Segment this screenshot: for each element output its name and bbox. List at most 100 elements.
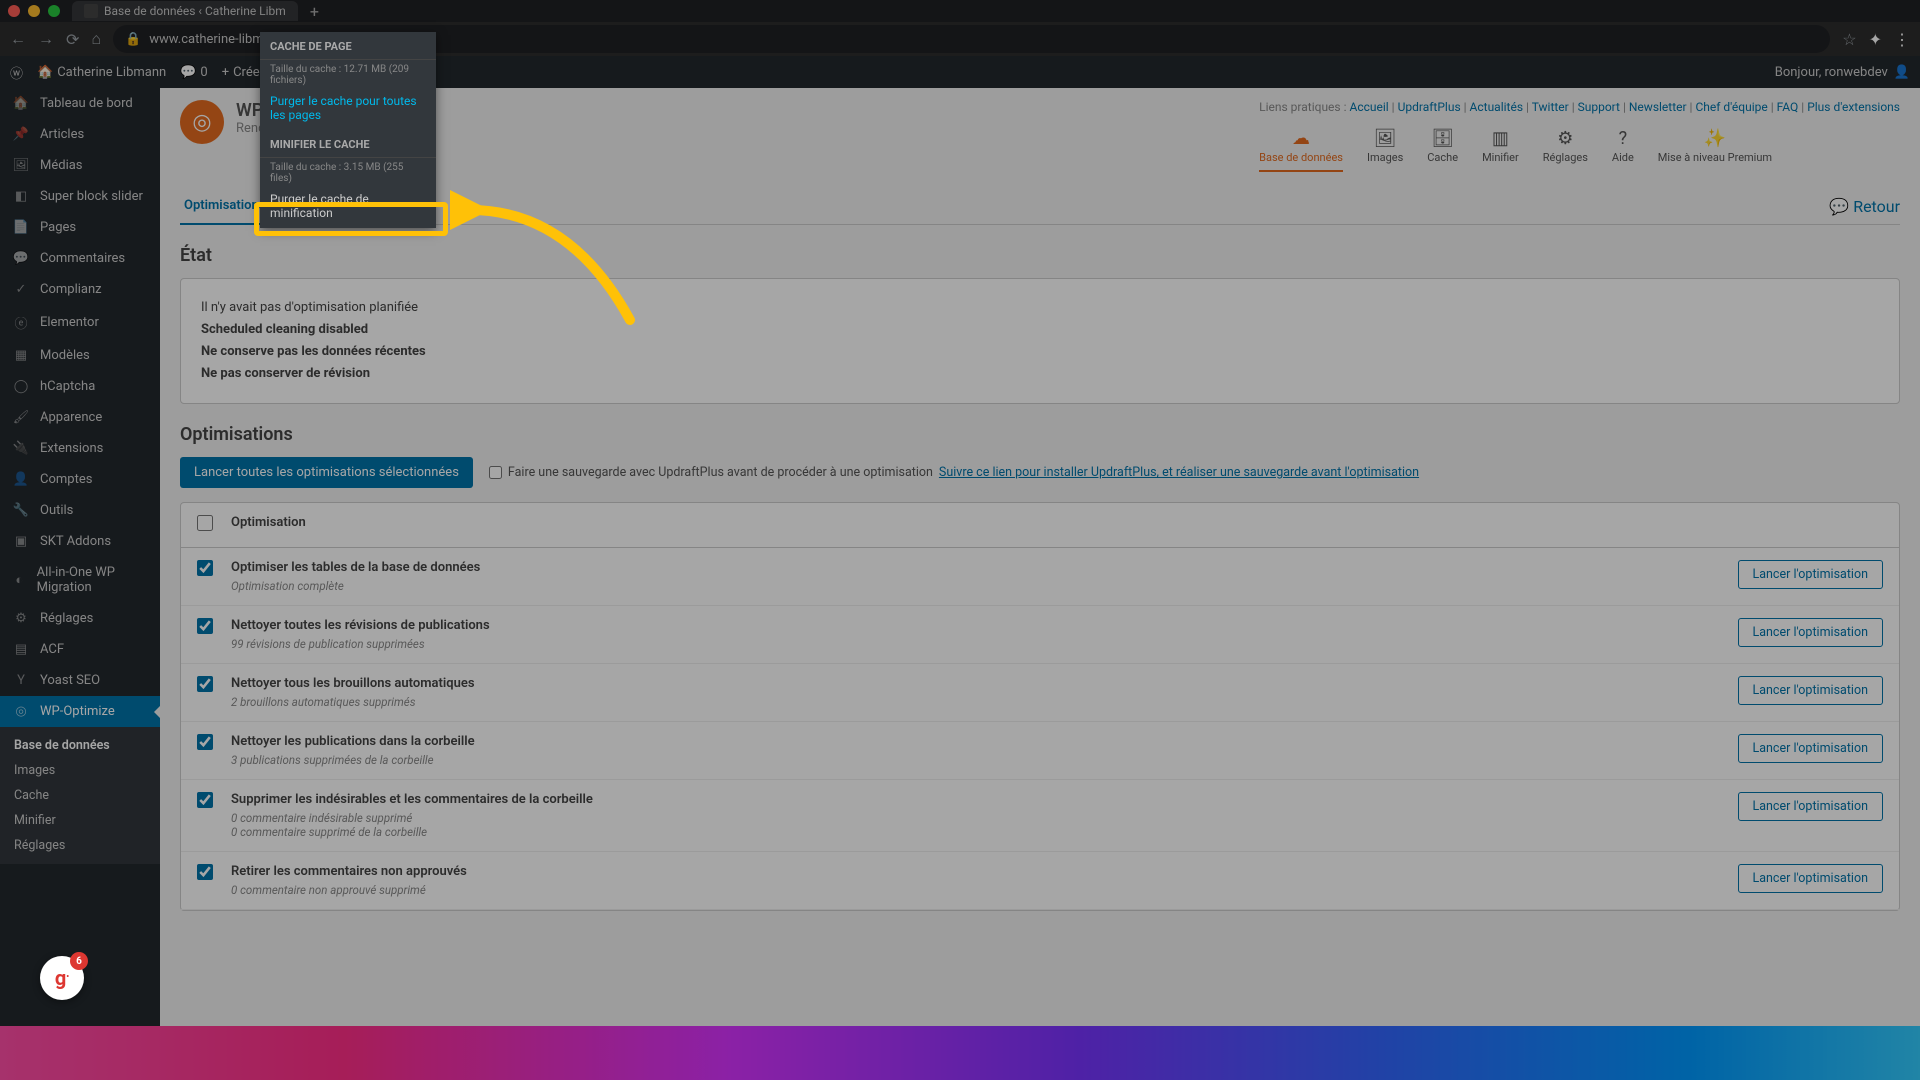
retour-link[interactable]: 💬 Retour: [1829, 188, 1900, 224]
sidebar-icon: ▦: [12, 348, 30, 363]
sidebar-item-wp-optimize[interactable]: ◎WP-Optimize: [0, 696, 160, 727]
wpo-link-faq[interactable]: FAQ: [1777, 100, 1799, 114]
sidebar-item-outils[interactable]: 🔧Outils: [0, 495, 160, 526]
row-checkbox[interactable]: [197, 676, 213, 692]
forward-icon[interactable]: →: [38, 29, 54, 49]
sidebar-item-pages[interactable]: 📄Pages: [0, 212, 160, 243]
reload-icon[interactable]: ⟳: [66, 30, 79, 49]
row-checkbox[interactable]: [197, 792, 213, 808]
wpo-link-updraftplus[interactable]: UpdraftPlus: [1398, 100, 1461, 114]
greeting[interactable]: Bonjour, ronwebdev: [1775, 65, 1888, 80]
opt-subtitle: Optimisation complète: [231, 579, 1707, 593]
wpo-tab-images[interactable]: 🖼Images: [1367, 128, 1403, 172]
browser-tab[interactable]: Base de données ‹ Catherine Libm: [72, 1, 298, 21]
sidebar-item-yoast-seo[interactable]: YYoast SEO: [0, 665, 160, 696]
sidebar-item-acf[interactable]: ▤ACF: [0, 634, 160, 665]
sidebar-item-modèles[interactable]: ▦Modèles: [0, 340, 160, 371]
sidebar-label: SKT Addons: [40, 534, 111, 549]
new-tab-button[interactable]: +: [310, 2, 319, 21]
wpo-tab-mise-à-niveau-premium[interactable]: ✨Mise à niveau Premium: [1658, 128, 1772, 172]
sidebar-item-hcaptcha[interactable]: ◯hCaptcha: [0, 371, 160, 402]
select-all-checkbox[interactable]: [197, 515, 213, 531]
opt-subtitle: 0 commentaire non approuvé supprimé: [231, 883, 1707, 897]
sidebar-icon: ◎: [12, 704, 30, 719]
sidebar-label: Apparence: [40, 410, 102, 425]
sidebar-sub-base-de-données[interactable]: Base de données: [0, 733, 160, 758]
run-optimisation-button[interactable]: Lancer l'optimisation: [1738, 734, 1884, 763]
sidebar-item-skt-addons[interactable]: ▣SKT Addons: [0, 526, 160, 557]
sidebar-item-elementor[interactable]: ⓔElementor: [0, 305, 160, 340]
table-row: Nettoyer les publications dans la corbei…: [181, 722, 1899, 780]
wpo-link-accueil[interactable]: Accueil: [1349, 100, 1388, 114]
wpo-tab-réglages[interactable]: ⚙Réglages: [1543, 128, 1588, 172]
opt-subtitle: 2 brouillons automatiques supprimés: [231, 695, 1707, 709]
sidebar-item-tableau-de-bord[interactable]: 🏠Tableau de bord: [0, 88, 160, 119]
grammarly-badge[interactable]: g•: [40, 956, 84, 1000]
sidebar-icon: ◯: [12, 379, 30, 394]
wpo-tab-minifier[interactable]: ▥Minifier: [1482, 128, 1519, 172]
wpo-tab-aide[interactable]: ?Aide: [1612, 128, 1634, 172]
traffic-lights: [8, 5, 60, 17]
bookmark-icon[interactable]: ☆: [1842, 30, 1856, 49]
wp-logo-icon[interactable]: ⓦ: [10, 63, 23, 82]
favicon-icon: [84, 4, 98, 18]
run-optimisation-button[interactable]: Lancer l'optimisation: [1738, 792, 1884, 821]
sidebar-sub-réglages[interactable]: Réglages: [0, 833, 160, 858]
tab-icon: ?: [1612, 128, 1634, 149]
sidebar-item-extensions[interactable]: 🔌Extensions: [0, 433, 160, 464]
sub-tab-optimisations[interactable]: Optimisations: [180, 188, 269, 225]
run-optimisation-button[interactable]: Lancer l'optimisation: [1738, 676, 1884, 705]
minimize-window-icon[interactable]: [28, 5, 40, 17]
sidebar-icon: ⓔ: [12, 313, 30, 332]
sidebar-item-articles[interactable]: 📌Articles: [0, 119, 160, 150]
backup-link[interactable]: Suivre ce lien pour installer UpdraftPlu…: [939, 465, 1419, 480]
sidebar-item-commentaires[interactable]: 💬Commentaires: [0, 243, 160, 274]
sidebar-item-complianz[interactable]: ✓Complianz: [0, 274, 160, 305]
home-icon[interactable]: ⌂: [91, 29, 101, 49]
row-checkbox[interactable]: [197, 618, 213, 634]
wpo-link-newsletter[interactable]: Newsletter: [1629, 100, 1687, 114]
wpo-link-chef d'équipe[interactable]: Chef d'équipe: [1695, 100, 1767, 114]
backup-checkbox[interactable]: [489, 466, 502, 479]
wpo-link-actualités[interactable]: Actualités: [1470, 100, 1524, 114]
sidebar-item-comptes[interactable]: 👤Comptes: [0, 464, 160, 495]
sidebar-sub-cache[interactable]: Cache: [0, 783, 160, 808]
new-content-link[interactable]: + Créer: [222, 65, 264, 80]
sidebar-item-médias[interactable]: 🖼Médias: [0, 150, 160, 181]
run-optimisation-button[interactable]: Lancer l'optimisation: [1738, 864, 1884, 893]
wpo-tab-base-de-données[interactable]: ☁Base de données: [1259, 128, 1343, 172]
main-content: ◎ WP-Optimize 3.3 Rendez votre s Liens p…: [160, 88, 1920, 1080]
purge-minify-item[interactable]: Purger le cache de minification: [260, 186, 436, 228]
maximize-window-icon[interactable]: [48, 5, 60, 17]
run-optimisation-button[interactable]: Lancer l'optimisation: [1738, 618, 1884, 647]
sidebar-sub-images[interactable]: Images: [0, 758, 160, 783]
row-checkbox[interactable]: [197, 560, 213, 576]
menu-icon[interactable]: ⋮: [1894, 30, 1910, 49]
site-link[interactable]: 🏠 Catherine Libmann: [37, 65, 166, 80]
sidebar-item-super-block-slider[interactable]: ◧Super block slider: [0, 181, 160, 212]
sidebar-icon: ◧: [12, 189, 30, 204]
wpo-link-support[interactable]: Support: [1578, 100, 1620, 114]
close-window-icon[interactable]: [8, 5, 20, 17]
table-row: Optimiser les tables de la base de donné…: [181, 548, 1899, 606]
row-checkbox[interactable]: [197, 734, 213, 750]
wp-sidebar: 🏠Tableau de bord📌Articles🖼Médias◧Super b…: [0, 88, 160, 1080]
comments-link[interactable]: 💬 0: [180, 65, 208, 80]
sidebar-icon: 🖼: [12, 158, 30, 173]
wpo-tab-cache[interactable]: 🗄Cache: [1427, 128, 1458, 172]
purge-all-pages-item[interactable]: Purger le cache pour toutes les pages: [260, 88, 436, 130]
sidebar-sub-minifier[interactable]: Minifier: [0, 808, 160, 833]
extensions-icon[interactable]: ✦: [1869, 30, 1882, 49]
optimisations-table: Optimisation Optimiser les tables de la …: [180, 502, 1900, 911]
run-optimisation-button[interactable]: Lancer l'optimisation: [1738, 560, 1884, 589]
sidebar-item-réglages[interactable]: ⚙Réglages: [0, 603, 160, 634]
sidebar-item-all-in-one-wp-migration[interactable]: ◐All-in-One WP Migration: [0, 557, 160, 603]
back-icon[interactable]: ←: [10, 29, 26, 49]
row-checkbox[interactable]: [197, 864, 213, 880]
wpo-link-plus d'extensions[interactable]: Plus d'extensions: [1807, 100, 1900, 114]
sidebar-item-apparence[interactable]: 🖌Apparence: [0, 402, 160, 433]
wpo-link-twitter[interactable]: Twitter: [1532, 100, 1569, 114]
run-all-button[interactable]: Lancer toutes les optimisations sélectio…: [180, 457, 473, 488]
avatar-icon[interactable]: 👤: [1894, 65, 1910, 80]
backup-note[interactable]: Faire une sauvegarde avec UpdraftPlus av…: [489, 465, 1419, 480]
